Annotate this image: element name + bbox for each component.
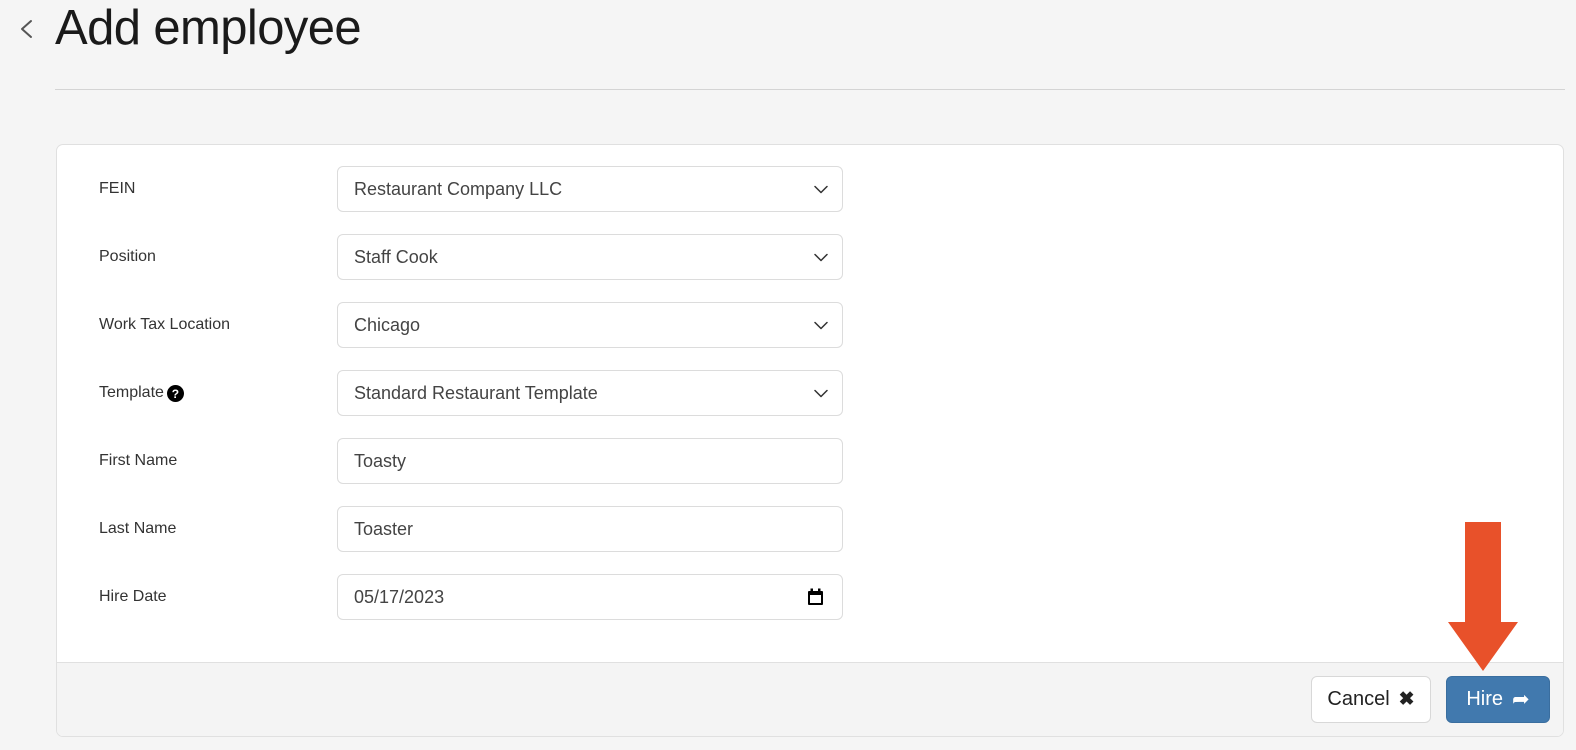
label-template: Template ? (99, 370, 299, 416)
label-work-tax-location: Work Tax Location (99, 302, 299, 348)
help-icon[interactable]: ? (166, 385, 184, 402)
add-employee-card: FEIN Restaurant Company LLC Position Sta… (56, 144, 1564, 737)
first-name-input[interactable]: Toasty (337, 438, 843, 484)
label-hire-date: Hire Date (99, 574, 299, 620)
label-first-name: First Name (99, 438, 299, 484)
page-title: Add employee (55, 1, 362, 55)
chevron-left-icon[interactable] (13, 14, 39, 44)
template-select[interactable]: Standard Restaurant Template (337, 370, 843, 416)
label-fein-text: FEIN (99, 180, 136, 197)
label-position-text: Position (99, 248, 156, 265)
label-last-name: Last Name (99, 506, 299, 552)
work-tax-location-value: Chicago (354, 314, 421, 335)
hire-button-label: Hire (1466, 688, 1504, 710)
label-first-name-text: First Name (99, 452, 178, 469)
chevron-down-icon (814, 253, 828, 262)
label-position: Position (99, 234, 299, 280)
hire-date-input[interactable]: 05/17/2023 (337, 574, 843, 620)
chevron-down-icon (814, 389, 828, 398)
work-tax-location-select[interactable]: Chicago (337, 302, 843, 348)
template-value: Standard Restaurant Template (354, 382, 598, 403)
first-name-value: Toasty (354, 450, 407, 471)
add-employee-form: FEIN Restaurant Company LLC Position Sta… (57, 145, 1563, 663)
hire-date-value: 05/17/2023 (354, 586, 445, 607)
last-name-input[interactable]: Toaster (337, 506, 843, 552)
label-work-tax-location-text: Work Tax Location (99, 316, 231, 333)
fein-select[interactable]: Restaurant Company LLC (337, 166, 843, 212)
cancel-button[interactable]: Cancel ✖ (1311, 676, 1431, 723)
chevron-down-icon (814, 321, 828, 330)
cancel-button-label: Cancel (1327, 688, 1390, 710)
hire-button[interactable]: Hire ➦ (1446, 676, 1550, 723)
header-divider (55, 89, 1565, 90)
label-template-text: Template (99, 384, 164, 401)
label-hire-date-text: Hire Date (99, 588, 167, 605)
label-last-name-text: Last Name (99, 520, 177, 537)
label-fein: FEIN (99, 166, 299, 212)
close-x-icon: ✖ (1398, 689, 1415, 710)
position-select[interactable]: Staff Cook (337, 234, 843, 280)
page-header: Add employee (0, 0, 1576, 90)
arrow-forward-icon: ➦ (1512, 688, 1530, 711)
chevron-down-icon (814, 185, 828, 194)
position-value: Staff Cook (354, 246, 438, 267)
fein-value: Restaurant Company LLC (354, 178, 563, 199)
card-footer: Cancel ✖ Hire ➦ (57, 662, 1563, 736)
last-name-value: Toaster (354, 518, 414, 539)
calendar-icon[interactable] (807, 588, 824, 606)
